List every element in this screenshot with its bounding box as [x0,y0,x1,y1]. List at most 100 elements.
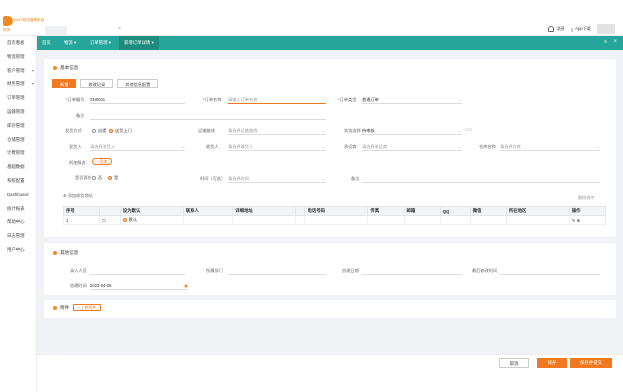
field-department[interactable] [228,267,326,275]
receiver-select[interactable]: 请选择收货人 ⌄ [228,143,326,151]
tab-close-icon[interactable]: × [118,26,121,32]
chevron-down-icon: ⌄ [322,176,326,181]
close-icon[interactable]: × [613,39,617,45]
field-create-date-label: 创建日期 [342,268,359,273]
field-entry-person[interactable] [90,267,185,275]
save-submit-button[interactable]: 保存并提交 [570,358,612,368]
row-qq[interactable] [439,215,471,225]
sidebar-item-12[interactable]: 统计报表 [0,202,36,216]
cancel-button[interactable]: 取消 [499,358,529,368]
other-info-title: 其他信息 [53,250,78,256]
sidebar-item-1[interactable]: 物流管理 [0,50,36,64]
sidebar-item-label: 帮助中心 [7,219,25,225]
order-name-input[interactable]: 请输入订单名称 [228,96,326,104]
memo-input[interactable] [362,175,600,183]
sidebar-item-8[interactable]: 计费管理 [0,146,36,160]
chevron-down-icon: ⌄ [322,128,326,133]
section-dot-icon [53,306,57,310]
row-address-2[interactable] [295,215,306,225]
sidebar-item-15[interactable]: 用户中心 [0,243,36,257]
sidebar-item-6[interactable]: 库存管理 [0,119,36,133]
chevron-down-icon: ⌄ [458,97,462,102]
sidebar-item-9[interactable]: 基础数据 [0,160,36,174]
avatar[interactable] [597,24,615,34]
nav-tab-logistics[interactable]: 物流 ▾ [59,36,81,50]
sidebar: 首页看板 物流管理 客户管理 ▾ 财务管理 ▾ 订单管理运输管理 库存管理仓储管理计费管理 基础… [0,36,37,392]
carrier-select[interactable]: 请选择承运商 ⌄ [362,143,462,151]
add-service-button[interactable]: +添加 [92,158,113,165]
table-header-8: 邮箱 [403,206,441,216]
basic-info-title: 基本信息 [53,65,78,71]
notification-button[interactable]: 消息 [548,26,565,32]
field-create-date[interactable] [362,267,462,275]
remark-input[interactable] [90,112,326,120]
phone-icon: ▯ [570,26,574,32]
radio-checked-icon [109,128,113,133]
remark-label: 备注 [76,113,85,118]
sidebar-item-0[interactable]: 首页看板 [0,36,36,50]
warehouse-label: 仓库名称 [479,144,496,149]
sidebar-item-7[interactable]: 仓储管理 [0,133,36,147]
row-checkbox[interactable]: ☐ [99,215,121,225]
nav-tab-new-order[interactable]: 新增订单详情 ▾ [119,36,159,50]
tab-other-config[interactable]: 其他信息配置 [117,79,159,88]
time-select[interactable]: 请选择时间 ⌄ [228,175,326,183]
table-header-7: 传真 [367,206,405,216]
blurred-tab[interactable] [45,26,67,35]
sidebar-item-2[interactable]: 客户管理 ▾ [0,64,36,78]
upload-attachment-button[interactable]: +上传附件 [73,304,102,311]
tab-new[interactable]: 新增 [52,79,77,88]
sidebar-item-3[interactable]: 财务管理 ▾ [0,77,36,91]
row-phone[interactable] [304,215,369,225]
delete-icon: ⊗ [576,217,580,223]
row-wechat[interactable] [469,215,507,225]
add-address-link[interactable]: ⊕ 添加收货地址 [63,193,93,199]
ship-option-self[interactable]: 自提 [92,128,106,134]
table-header-4: 详细地址 [232,206,297,216]
row-default[interactable]: 默认 [119,215,184,225]
nav-tab-orders[interactable]: 订单管理 ▾ [85,36,116,50]
field-department-label: 所属部门 [206,268,223,273]
row-actions[interactable]: ✎ ⊗ [568,215,607,225]
sidebar-item-5[interactable]: 运输管理 [0,105,36,119]
app-download-button[interactable]: ▯ App下载 [571,26,591,32]
sidebar-item-14[interactable]: 日志管理 [0,229,36,243]
order-no-input[interactable]: SN0001 [90,96,185,104]
radio-icon [92,175,96,180]
chevron-down-icon: ▾ [31,67,34,73]
sidebar-item-10[interactable]: 系统配置 [0,174,36,188]
app-logo[interactable]: WMS物流管理系统 物流 [3,16,44,34]
insured-option-no[interactable]: 否 [92,175,102,181]
field-modified[interactable] [500,267,600,275]
order-type-select[interactable]: 普通订单 ⌄ [362,96,462,104]
table-row[interactable]: 1 ☐ 默认 ✎ ⊗ [62,215,607,225]
insured-option-yes[interactable]: 是 [108,175,118,181]
table-header-0: 序号 [62,206,101,216]
status-select[interactable]: 待审核 ⌄ [362,127,462,135]
sidebar-item-11[interactable]: Dashboard [0,188,36,202]
insured-label: 是否保价 [75,175,92,180]
tab-history[interactable]: 修改记录 [80,79,114,88]
row-contact[interactable] [182,215,234,225]
nav-tab-home[interactable]: 首页 [37,36,56,50]
sidebar-item-label: 仓储管理 [7,136,25,142]
warehouse-select[interactable]: 请选择仓库 ⌄ [500,143,600,151]
radio-checked-icon [122,217,127,222]
menu-icon[interactable]: ≡ [604,39,607,45]
route-select[interactable]: 请选择运输路线 ⌄ [228,127,326,135]
section-dot-icon [53,66,57,70]
sidebar-item-4[interactable]: 订单管理 [0,91,36,105]
sidebar-item-13[interactable]: 帮助中心 [0,215,36,229]
save-button[interactable]: 保存 [537,358,567,368]
row-region[interactable] [505,215,570,225]
sidebar-item-label: 订单管理 [7,95,25,101]
link-icon[interactable]: ⊂⊃ [465,127,472,132]
row-fax[interactable] [367,215,405,225]
ship-option-delivery[interactable]: 送货上门 [109,128,132,134]
row-address[interactable] [232,215,297,225]
delete-selected-link[interactable]: 删除选中 [578,195,595,201]
row-email[interactable] [403,215,441,225]
create-time-input[interactable]: 2023-04-06 ▣ [90,282,188,290]
sender-select[interactable]: 请选择发货人 ⌄ [90,143,185,151]
footer-bar: 取消 保存 保存并提交 [37,354,623,392]
